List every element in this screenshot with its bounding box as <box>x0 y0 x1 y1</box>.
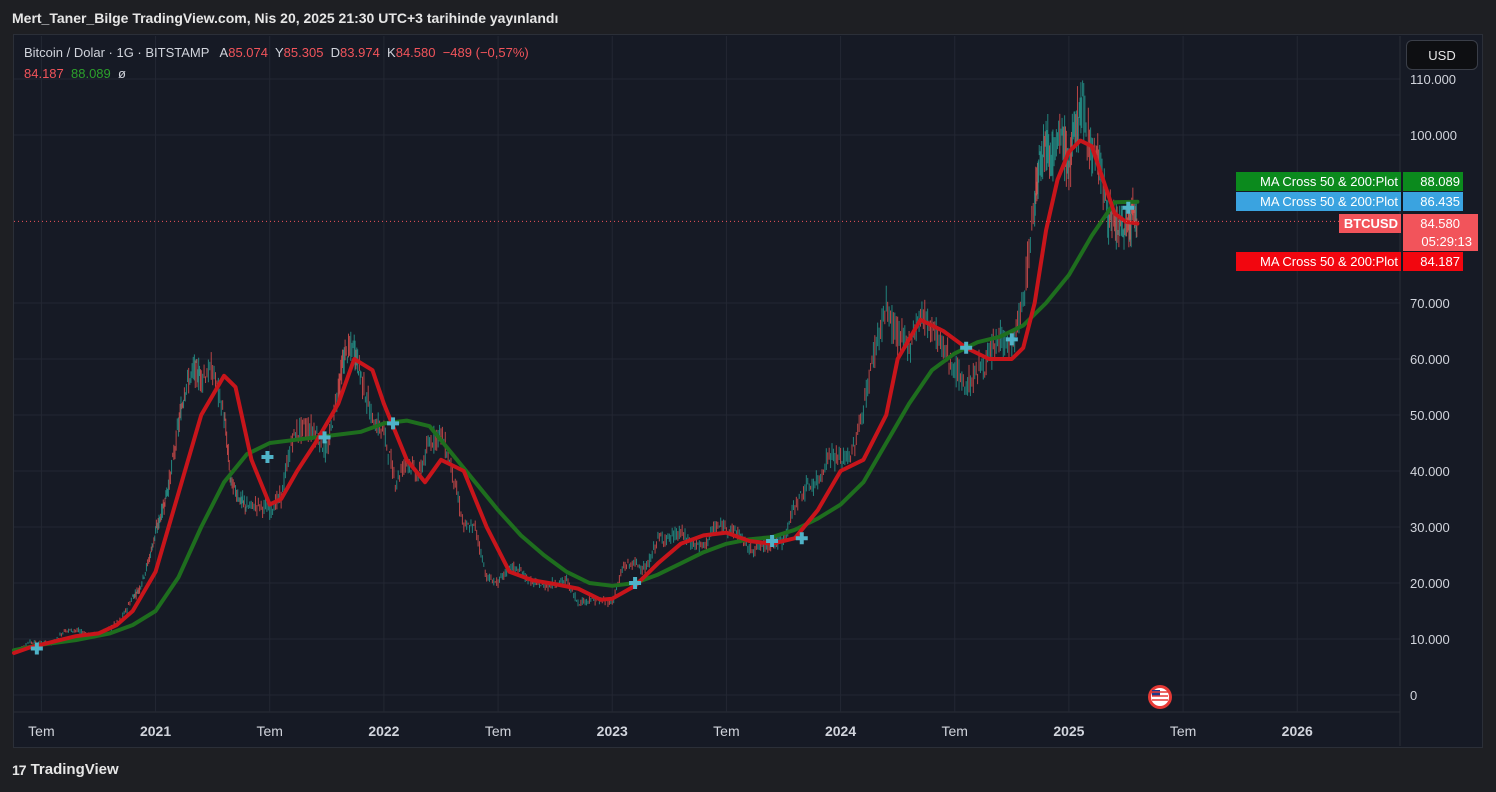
ma-cross-value: ø <box>118 66 126 81</box>
us-flag-event-icon <box>1148 685 1172 709</box>
y-tick-label: 10.000 <box>1410 632 1450 647</box>
price-label-name: MA Cross 50 & 200:Plot <box>1260 174 1398 189</box>
tradingview-logo-icon: 17 <box>12 761 27 778</box>
x-tick-label: Tem <box>485 723 511 739</box>
y-tick-label: 0 <box>1410 688 1417 703</box>
price-label-value: 84.580 <box>1420 216 1460 231</box>
flag-canton <box>1152 690 1160 696</box>
y-tick-label: 110.000 <box>1410 72 1456 87</box>
x-tick-label: Tem <box>257 723 283 739</box>
price-label-value: 84.187 <box>1420 254 1460 269</box>
x-tick-label: 2021 <box>140 723 171 739</box>
y-tick-label: 20.000 <box>1410 576 1450 591</box>
x-tick-label: 2022 <box>368 723 399 739</box>
x-tick-label: 2024 <box>825 723 856 739</box>
low-value: 83.974 <box>340 45 380 60</box>
x-tick-label: 2023 <box>597 723 628 739</box>
price-label-name: MA Cross 50 & 200:Plot <box>1260 254 1398 269</box>
ma-fast-value: 84.187 <box>24 66 64 81</box>
tradingview-brand[interactable]: 17 TradingView <box>12 761 119 778</box>
price-label-name: BTCUSD <box>1344 216 1398 231</box>
y-tick-label: 50.000 <box>1410 408 1450 423</box>
indicator-legend[interactable]: 84.187 88.089 ø <box>24 66 126 81</box>
price-label-value: 86.435 <box>1420 194 1460 209</box>
high-label: Y <box>274 45 284 60</box>
ma-cross-marker <box>261 451 274 463</box>
x-tick-label: 2025 <box>1053 723 1084 739</box>
x-tick-label: 2026 <box>1282 723 1313 739</box>
price-label: MA Cross 50 & 200:Plot 88.089 <box>1236 172 1463 191</box>
x-tick-label: Tem <box>942 723 968 739</box>
close-value: 84.580 <box>395 45 436 60</box>
ma-slow-value: 88.089 <box>71 66 111 81</box>
price-chart[interactable]: 0 10.000 20.000 30.000 40.000 50.000 60.000 70.… <box>0 0 1496 792</box>
high-value: 85.305 <box>283 45 324 60</box>
symbol-name[interactable]: Bitcoin / Dolar · 1G · BITSTAMP <box>24 45 209 60</box>
price-label: MA Cross 50 & 200:Plot 86.435 <box>1236 192 1463 211</box>
open-value: 85.074 <box>228 45 268 60</box>
open-label: A <box>219 45 229 60</box>
low-label: D <box>330 45 341 60</box>
x-tick-label: Tem <box>1170 723 1196 739</box>
close-label: K <box>387 45 396 60</box>
price-label-countdown: 05:29:13 <box>1421 234 1472 249</box>
y-tick-label: 30.000 <box>1410 520 1450 535</box>
currency-button[interactable]: USD <box>1406 40 1478 70</box>
price-label-name: MA Cross 50 & 200:Plot <box>1260 194 1398 209</box>
price-label-value: 88.089 <box>1420 174 1460 189</box>
price-label: BTCUSD 84.580 05:29:13 <box>1339 214 1478 251</box>
symbol-legend: Bitcoin / Dolar · 1G · BITSTAMP A85.074 … <box>24 45 529 60</box>
price-label: MA Cross 50 & 200:Plot 84.187 <box>1236 252 1463 271</box>
x-tick-label: Tem <box>713 723 739 739</box>
y-tick-label: 60.000 <box>1410 352 1450 367</box>
y-tick-label: 40.000 <box>1410 464 1450 479</box>
x-tick-label: Tem <box>28 723 54 739</box>
tradingview-brand-text: TradingView <box>30 761 119 778</box>
y-tick-label: 100.000 <box>1410 128 1457 143</box>
y-tick-label: 70.000 <box>1410 296 1450 311</box>
change-value: −489 (−0,57%) <box>442 45 529 60</box>
